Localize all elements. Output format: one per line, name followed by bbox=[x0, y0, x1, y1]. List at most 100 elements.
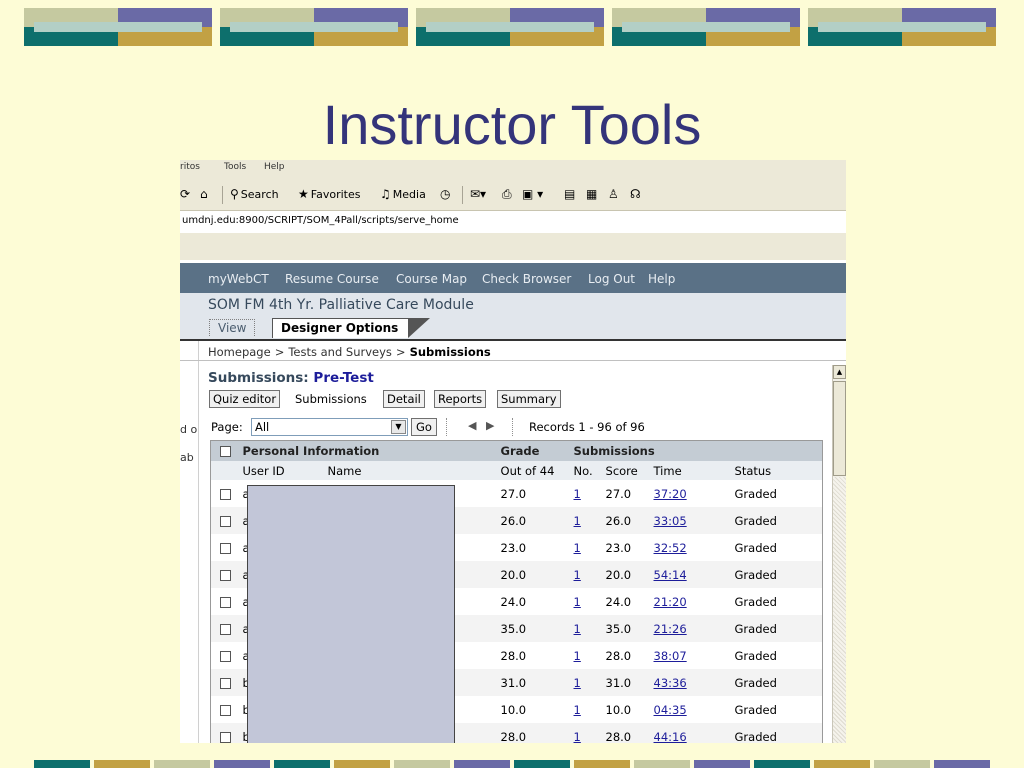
nav-resume-course[interactable]: Resume Course bbox=[285, 272, 379, 286]
summary-button[interactable]: Summary bbox=[497, 390, 561, 408]
row-checkbox[interactable] bbox=[219, 596, 231, 608]
deco-bar bbox=[694, 760, 750, 768]
row-checkbox[interactable] bbox=[219, 488, 231, 500]
submission-number-link[interactable]: 1 bbox=[574, 676, 581, 690]
cell-no: 1 bbox=[570, 615, 603, 642]
time-link[interactable]: 43:36 bbox=[654, 676, 687, 690]
go-button[interactable]: Go bbox=[411, 418, 437, 436]
menu-item[interactable]: ritos bbox=[180, 162, 200, 172]
favorites-button[interactable]: ★ Favorites bbox=[298, 187, 360, 201]
tab-designer-options[interactable]: Designer Options bbox=[272, 318, 431, 338]
row-checkbox[interactable] bbox=[219, 650, 231, 662]
row-select-cell bbox=[211, 588, 240, 615]
nav-help[interactable]: Help bbox=[648, 272, 675, 286]
col-name[interactable]: Name bbox=[324, 461, 498, 480]
submission-number-link[interactable]: 1 bbox=[574, 487, 581, 501]
breadcrumb-homepage[interactable]: Homepage bbox=[208, 345, 271, 359]
cell-score: 23.0 bbox=[605, 540, 632, 555]
reports-button[interactable]: Reports bbox=[434, 390, 487, 408]
submission-number-link[interactable]: 1 bbox=[574, 622, 581, 636]
col-score[interactable]: Score bbox=[602, 461, 651, 480]
detail-button[interactable]: Detail bbox=[383, 390, 425, 408]
cell-time: 33:05 bbox=[650, 507, 732, 534]
cell-status: Graded bbox=[734, 702, 777, 717]
menu-item[interactable]: Tools bbox=[224, 162, 246, 172]
breadcrumb-current: Submissions bbox=[409, 345, 491, 359]
address-url[interactable]: umdnj.edu:8900/SCRIPT/SOM_4Pall/scripts/… bbox=[182, 215, 459, 226]
submission-number-link[interactable]: 1 bbox=[574, 568, 581, 582]
browser-screenshot: ritos Tools Help ⟳ ⌂ ⚲ Search ★ Favorites … bbox=[180, 160, 846, 743]
cell-status: Graded bbox=[731, 615, 823, 642]
col-status[interactable]: Status bbox=[731, 461, 823, 480]
discuss-icon[interactable]: ▤ bbox=[564, 187, 577, 201]
row-checkbox[interactable] bbox=[219, 731, 231, 743]
nav-check-browser[interactable]: Check Browser bbox=[482, 272, 571, 286]
deco-bar bbox=[394, 760, 450, 768]
page-select[interactable]: All ▼ bbox=[251, 418, 408, 436]
nav-course-map[interactable]: Course Map bbox=[396, 272, 467, 286]
chat-icon[interactable]: ☊ bbox=[630, 187, 643, 201]
submission-number-link[interactable]: 1 bbox=[574, 541, 581, 555]
submission-number-link[interactable]: 1 bbox=[574, 595, 581, 609]
submission-number-link[interactable]: 1 bbox=[574, 730, 581, 744]
research-icon[interactable]: ▦ bbox=[586, 187, 599, 201]
address-bar[interactable]: umdnj.edu:8900/SCRIPT/SOM_4Pall/scripts/… bbox=[180, 210, 846, 234]
nav-mywebct[interactable]: myWebCT bbox=[208, 272, 269, 286]
row-checkbox[interactable] bbox=[219, 704, 231, 716]
quiz-editor-button[interactable]: Quiz editor bbox=[209, 390, 281, 408]
time-link[interactable]: 38:07 bbox=[654, 649, 687, 663]
col-time[interactable]: Time bbox=[650, 461, 732, 480]
row-select-cell bbox=[211, 642, 240, 669]
scroll-track[interactable] bbox=[833, 477, 846, 743]
history-icon[interactable]: ◷ bbox=[440, 187, 452, 201]
home-icon[interactable]: ⌂ bbox=[200, 187, 210, 201]
cell-grade: 23.0 bbox=[500, 540, 527, 555]
submission-number-link[interactable]: 1 bbox=[574, 514, 581, 528]
media-label: Media bbox=[392, 188, 426, 201]
table-group-header: Personal Information Grade Submissions bbox=[210, 440, 823, 461]
row-checkbox[interactable] bbox=[219, 677, 231, 689]
row-checkbox[interactable] bbox=[219, 623, 231, 635]
chevron-down-icon[interactable]: ▼ bbox=[391, 420, 406, 434]
col-out-of[interactable]: Out of 44 bbox=[497, 461, 571, 480]
nav-log-out[interactable]: Log Out bbox=[588, 272, 635, 286]
time-link[interactable]: 44:16 bbox=[654, 730, 687, 744]
time-link[interactable]: 21:26 bbox=[654, 622, 687, 636]
refresh-icon[interactable]: ⟳ bbox=[180, 187, 192, 201]
search-button[interactable]: ⚲ Search bbox=[230, 187, 279, 201]
submission-number-link[interactable]: 1 bbox=[574, 649, 581, 663]
row-checkbox[interactable] bbox=[219, 569, 231, 581]
time-link[interactable]: 37:20 bbox=[654, 487, 687, 501]
media-button[interactable]: ♫ Media bbox=[380, 187, 426, 201]
bottom-decoration bbox=[34, 760, 1024, 768]
mail-icon[interactable]: ✉▾ bbox=[470, 187, 488, 201]
menu-item[interactable]: Help bbox=[264, 162, 285, 172]
time-link[interactable]: 54:14 bbox=[654, 568, 687, 582]
select-all-checkbox[interactable] bbox=[219, 446, 231, 457]
prev-page-icon[interactable]: ◀ bbox=[468, 419, 476, 432]
col-no[interactable]: No. bbox=[570, 461, 603, 480]
messenger-icon[interactable]: ♙ bbox=[608, 187, 621, 201]
vertical-scrollbar[interactable]: ▲ bbox=[832, 365, 846, 743]
time-link[interactable]: 33:05 bbox=[654, 514, 687, 528]
edit-icon[interactable]: ▣ ▾ bbox=[522, 187, 545, 201]
deco-block bbox=[220, 8, 408, 46]
print-icon[interactable]: ⎙ bbox=[502, 187, 514, 202]
time-link[interactable]: 21:20 bbox=[654, 595, 687, 609]
next-page-icon[interactable]: ▶ bbox=[486, 419, 494, 432]
time-link[interactable]: 04:35 bbox=[654, 703, 687, 717]
scroll-up-icon[interactable]: ▲ bbox=[833, 365, 846, 379]
col-user-id[interactable]: User ID bbox=[239, 461, 325, 480]
scroll-thumb[interactable] bbox=[833, 381, 846, 476]
row-checkbox[interactable] bbox=[219, 542, 231, 554]
submission-number-link[interactable]: 1 bbox=[574, 703, 581, 717]
time-link[interactable]: 32:52 bbox=[654, 541, 687, 555]
cell-score: 27.0 bbox=[605, 486, 632, 501]
submissions-label: Submissions: bbox=[208, 370, 309, 386]
row-checkbox[interactable] bbox=[219, 515, 231, 527]
cell-grade: 28.0 bbox=[500, 648, 527, 663]
separator bbox=[512, 418, 514, 436]
deco-block bbox=[24, 8, 212, 46]
breadcrumb-tests-surveys[interactable]: Tests and Surveys bbox=[288, 345, 392, 359]
tab-view[interactable]: View bbox=[209, 319, 256, 336]
